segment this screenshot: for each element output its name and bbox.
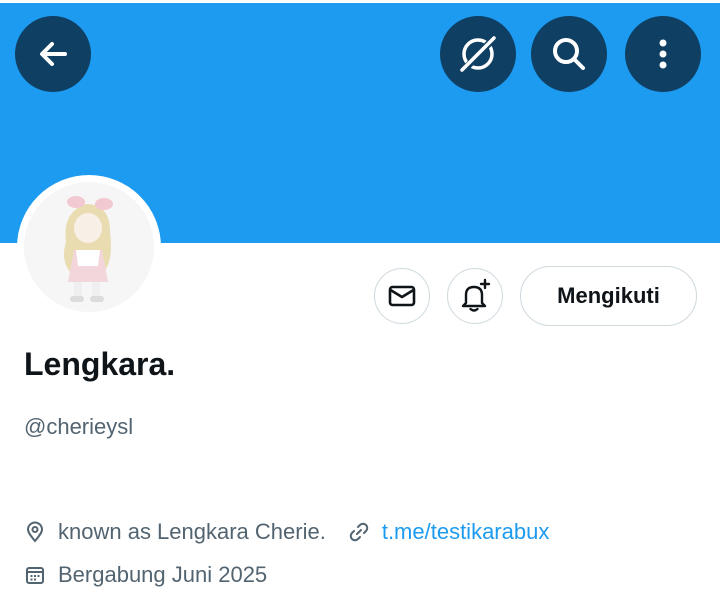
arrow-left-icon [40, 42, 67, 66]
user-handle: @cherieysl [24, 414, 134, 439]
profile-info-row: known as Lengkara Cherie. t.me/testikara… [24, 519, 549, 545]
notify-button[interactable] [447, 268, 503, 324]
website-link[interactable]: t.me/testikarabux [382, 519, 550, 545]
bio-location: known as Lengkara Cherie. [58, 519, 326, 544]
avatar-image [24, 182, 154, 312]
search-icon [553, 38, 585, 70]
link-icon [349, 522, 369, 542]
grok-button[interactable] [440, 16, 516, 92]
display-name: Lengkara. [24, 346, 176, 382]
more-button[interactable] [625, 16, 701, 92]
joined-date: Bergabung Juni 2025 [58, 562, 268, 587]
following-button[interactable]: Mengikuti [520, 266, 697, 326]
grok-icon [460, 34, 498, 74]
envelope-icon [388, 285, 416, 307]
message-button[interactable] [374, 268, 430, 324]
following-button-label: Mengikuti [557, 283, 660, 308]
calendar-icon [26, 567, 44, 584]
search-button[interactable] [531, 16, 607, 92]
back-button[interactable] [15, 16, 91, 92]
avatar[interactable] [24, 182, 154, 312]
location-pin-icon [26, 521, 44, 543]
bell-plus-icon [461, 278, 491, 312]
more-vertical-icon [659, 39, 667, 69]
joined-row: Bergabung Juni 2025 [24, 562, 267, 588]
